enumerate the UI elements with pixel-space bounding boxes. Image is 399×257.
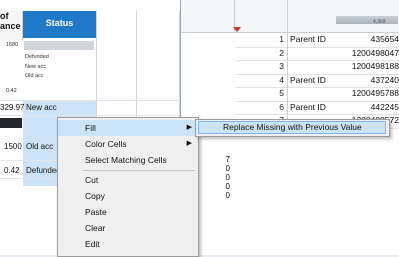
parent-id-cell[interactable]: Parent ID xyxy=(290,33,326,46)
menu-item-cut[interactable]: Cut xyxy=(58,172,198,188)
column-header-balance[interactable]: of ance xyxy=(0,11,23,41)
status-cell[interactable]: New acc xyxy=(26,103,57,112)
category-label: New acc xyxy=(25,64,47,70)
menu-item-clear[interactable]: Clear xyxy=(58,220,198,236)
column-header-parent-id[interactable] xyxy=(235,0,288,33)
submenu-arrow-icon: ▶ xyxy=(186,124,192,131)
table-row[interactable]: 6 Parent ID 442245 xyxy=(236,100,399,115)
table-row[interactable]: 1 Parent ID 435654 xyxy=(236,33,399,48)
menu-item-select-matching-cells[interactable]: Select Matching Cells xyxy=(58,152,198,168)
row-number: 3 xyxy=(279,61,284,71)
category-label: Old acc xyxy=(25,73,44,79)
value-cell[interactable]: 1200498047 xyxy=(352,47,399,60)
menu-item-color-cells[interactable]: Color Cells ▶ xyxy=(58,136,198,152)
balance-cell[interactable]: 329.97 xyxy=(0,103,24,112)
table-row[interactable]: 3 1200498188 xyxy=(236,60,399,75)
row-number: 2 xyxy=(279,47,284,58)
context-menu: Fill ▶ Color Cells ▶ Select Matching Cel… xyxy=(57,117,199,257)
column-header-area[interactable] xyxy=(181,0,235,33)
menu-item-fill[interactable]: Fill ▶ xyxy=(58,120,198,136)
menu-item-edit[interactable]: Edit xyxy=(58,236,198,252)
column-header-status[interactable]: Status xyxy=(23,11,96,38)
column-header-fragment: of ance xyxy=(0,11,21,31)
selected-cell-marker xyxy=(0,118,22,128)
row-number: 5 xyxy=(279,88,284,98)
value-cell[interactable]: 437240 xyxy=(371,74,399,87)
table-row[interactable]: 2 1200498047 xyxy=(236,46,399,61)
submenu-arrow-icon: ▶ xyxy=(186,140,192,147)
menu-separator xyxy=(83,170,195,171)
menu-item-copy[interactable]: Copy xyxy=(58,188,198,204)
menu-item-paste[interactable]: Paste xyxy=(58,204,198,220)
table-row[interactable]: 5 1200495788 xyxy=(236,87,399,102)
status-cell[interactable]: Defunded xyxy=(26,166,61,175)
summary-top-value: 1680 xyxy=(6,42,19,48)
value-cell[interactable]: 1200498188 xyxy=(352,60,399,73)
row-number: 4 xyxy=(279,74,284,85)
row-number: 6 xyxy=(279,101,284,112)
fill-submenu: Replace Missing with Previous Value xyxy=(195,119,390,137)
row-number: 1 xyxy=(279,34,284,44)
category-label: Defunded xyxy=(25,54,49,60)
value-cell[interactable]: 442245 xyxy=(371,101,399,114)
summary-bottom-value: 0.42 xyxy=(6,88,17,94)
column-histogram xyxy=(336,16,398,24)
balance-cell[interactable]: 1500 xyxy=(4,142,22,151)
histogram-label: 4,369 xyxy=(373,19,386,25)
menu-item-replace-missing-with-previous-value[interactable]: Replace Missing with Previous Value xyxy=(198,121,386,134)
parent-id-cell[interactable]: Parent ID xyxy=(290,74,326,87)
status-summary-bar xyxy=(24,41,94,50)
balance-cell[interactable]: 0.42 xyxy=(4,166,20,175)
parent-id-cell[interactable]: Parent ID xyxy=(290,101,326,114)
red-triangle-menu-icon[interactable] xyxy=(233,27,241,32)
status-cell[interactable]: Old acc xyxy=(26,142,53,151)
table-row[interactable]: 4 Parent ID 437240 xyxy=(236,73,399,88)
value-cell[interactable]: 435654 xyxy=(371,33,399,46)
value-cell[interactable]: 1200495788 xyxy=(352,87,399,100)
